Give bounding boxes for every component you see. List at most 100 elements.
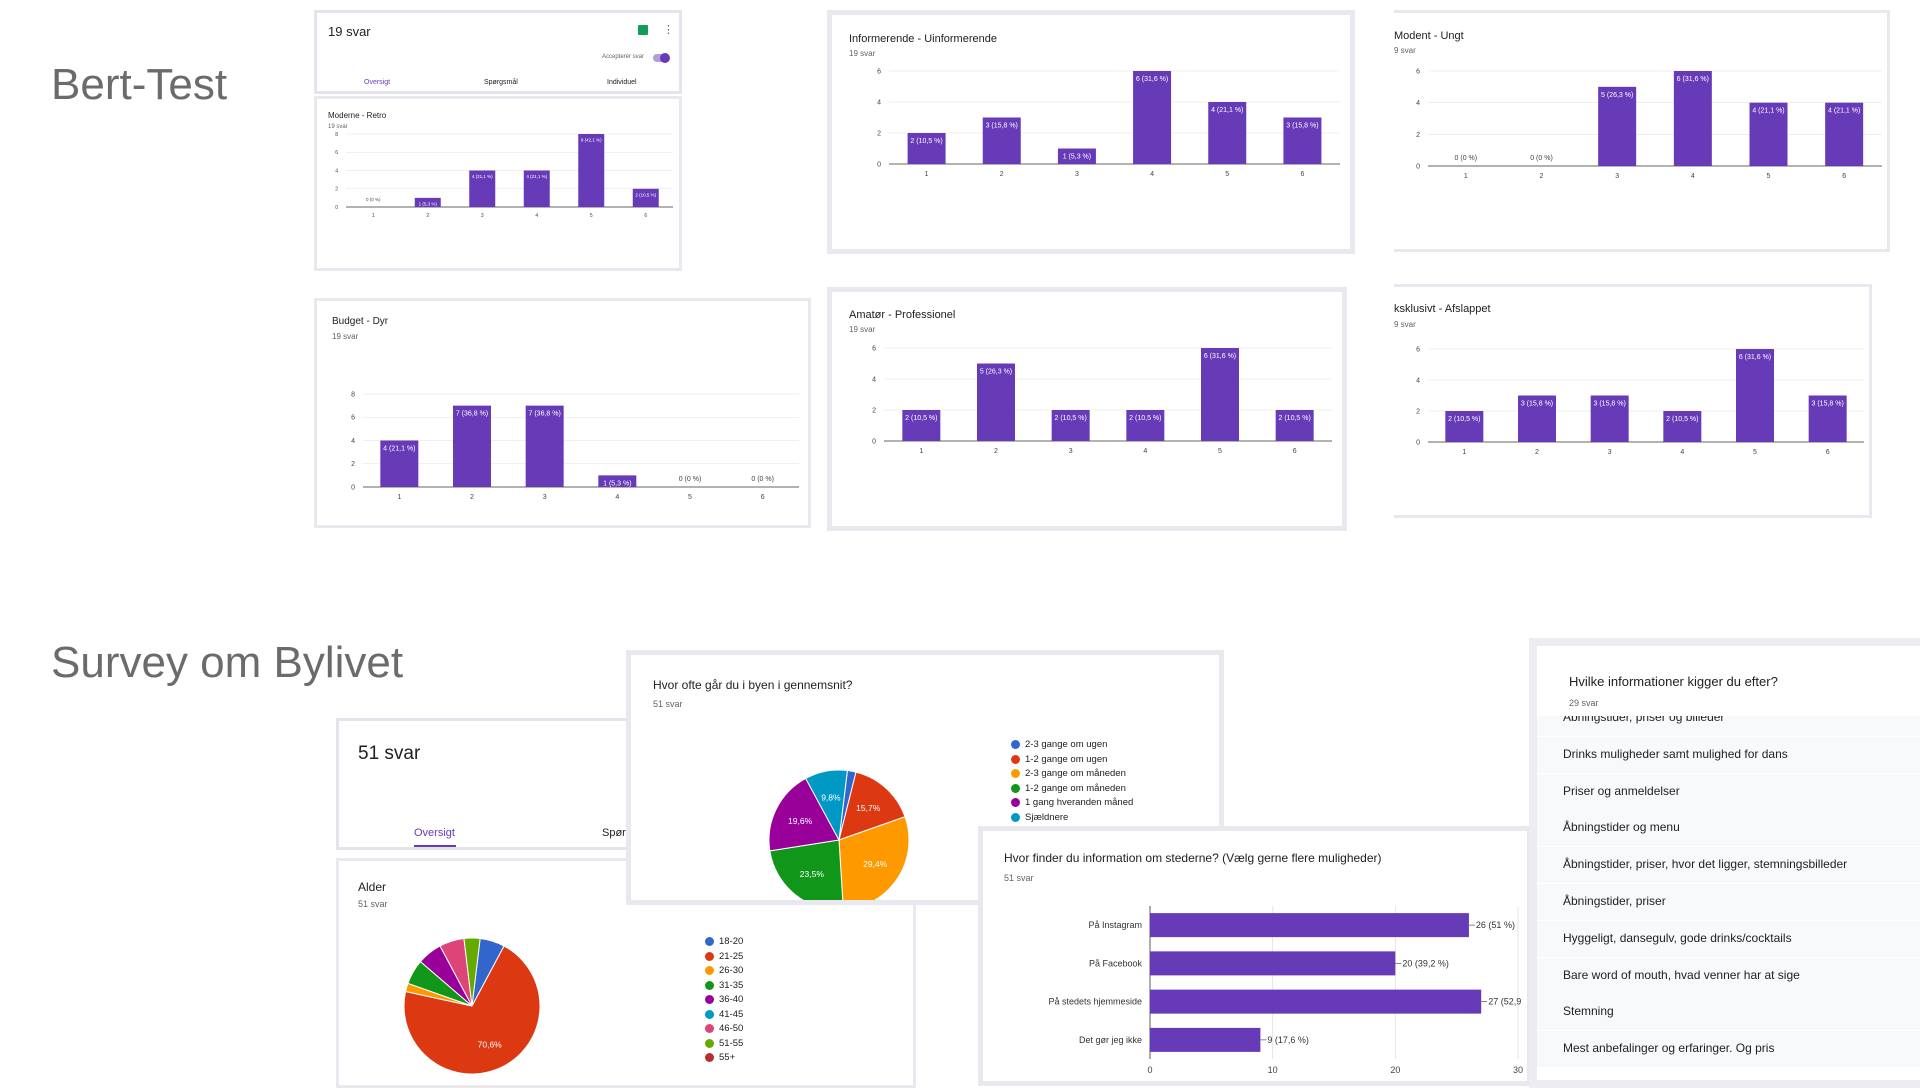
x-tick-label: 6 [1826,449,1830,456]
x-tick-label: 3 [1608,449,1612,456]
tab-oversigt[interactable]: Oversigt [414,827,455,839]
list-item: Mest anbefalinger og erfaringer. Og pris [1537,1031,1920,1069]
bar [1150,913,1469,938]
data-label: 3 (15,8 %) [1286,123,1318,130]
chart-card-budget-dyr: Budget - Dyr 19 svar 024684 (21,1 %) 1 7 (… [314,298,811,528]
data-label: 26 (51 %) [1476,920,1515,930]
sheets-icon[interactable] [638,25,648,35]
legend-item: 21-25 [705,951,743,962]
x-tick-label: 2 [1000,171,1004,178]
data-label: 0 (0 %) [1530,155,1553,162]
category-label: På Instagram [1088,920,1142,930]
x-tick-label: 5 [1225,171,1229,178]
list-item: Drinks muligheder samt mulighed for dans [1537,736,1920,774]
x-tick-label: 4 [1150,171,1154,178]
x-tick-label: 1 [1462,449,1466,456]
data-label: 2 (10,5 %) [905,415,937,422]
data-label: 0 (0 %) [679,476,702,483]
x-tick-label: 3 [1069,448,1073,455]
y-tick-label: 2 [335,187,338,193]
x-tick-label: 1 [1464,173,1468,180]
x-tick-label: 5 [1767,173,1771,180]
legend-label: 46-50 [719,1023,744,1034]
data-label: 6 (31,6 %) [1204,353,1236,360]
tab-spoergsmaal[interactable]: Spørgsmål [484,79,518,86]
bar-chart-informerende: 0 2 4 6 2 (10,5 %) 1 3 (15,8 %) 2 1 (5,3 %) 3 6 (3… [877,68,1340,178]
x-tick-label: 1 [397,494,401,501]
list-item: Bare word of mouth, hvad venner har at s… [1537,957,1920,995]
legend-item: 31-35 [705,980,743,991]
chart-card-eksklusivt: ksklusivt - Afslappet 9 svar 02462 (10,5… [1394,284,1872,518]
bar [1133,71,1172,164]
legend-item: 36-40 [705,994,743,1005]
tab-indicator [414,845,456,847]
legend-item: 55+ [705,1052,735,1063]
x-tick-label: 6 [1300,171,1304,178]
y-tick-label: 4 [351,438,355,445]
data-label: 8 (42,1 %) [581,138,602,143]
pie-slice-label: 19,6% [788,816,813,826]
x-tick-label: 4 [535,213,538,219]
bar [453,405,491,487]
x-tick-label: 10 [1268,1065,1278,1075]
tab-individuel[interactable]: Individuel [607,79,637,86]
legend-label: 1 gang hveranden måned [1025,797,1134,808]
bar [578,134,605,207]
chart-card-amatoer: Amatør - Professionel 19 svar 02462 (10,… [827,287,1347,531]
data-label: 9 (17,6 %) [1267,1035,1309,1045]
data-label: 20 (39,2 %) [1402,958,1449,968]
bar [1150,989,1482,1014]
data-label: 2 (10,5 %) [635,192,656,197]
x-tick-label: 6 [1842,173,1846,180]
toggle-knob [660,53,670,63]
summary-card-1: 19 svar ⋮ Accepterer svar Oversigt Spørg… [314,10,682,94]
y-tick-label: 6 [872,345,876,352]
legend-swatch [705,995,714,1004]
data-label: 1 (5,3 %) [419,201,438,206]
y-tick-label: 6 [1416,346,1420,353]
bar-chart-modent-ungt: 0 2 4 6 0 (0 %) 1 0 (0 %) 2 5 (26,3 %) 3 6 (31,6 %… [1416,68,1882,180]
legend-item: 1 gang hveranden måned [1011,797,1133,808]
legend-swatch [1011,754,1020,764]
legend-label: 1-2 gange om ugen [1025,753,1108,765]
data-label: 4 (21,1 %) [1752,108,1784,115]
x-tick-label: 4 [1143,448,1147,455]
data-label: 3 (15,8 %) [1594,401,1626,408]
legend-swatch [1011,783,1020,793]
legend-label: 51-55 [719,1037,744,1049]
data-label: 3 (15,8 %) [1521,401,1553,408]
pie-slice-label: 23,5% [800,869,825,879]
accept-responses-toggle[interactable] [653,53,670,63]
x-tick-label: 20 [1390,1065,1400,1075]
tab-oversigt[interactable]: Oversigt [364,79,390,86]
section-title-survey: Survey om Bylivet [51,638,404,687]
category-label: Det gør jeg ikke [1079,1035,1142,1045]
response-list[interactable]: Abningstider, priser og billeder Drinks m… [1537,716,1920,1076]
data-label: 7 (36,8 %) [529,411,561,418]
y-tick-label: 4 [335,168,338,174]
legend-swatch [705,966,714,975]
data-label: 0 (0 %) [1455,155,1478,162]
legend-item: 26-30 [705,965,743,976]
x-tick-label: 5 [590,213,593,219]
bar [525,405,564,487]
bar-chart-amatoer: 0 2 4 6 2 (10,5 %) 1 5 (26,3 %) 2 2 (10,5 %) 3 2 (… [872,345,1332,455]
list-item-text: Hyggeligt, dansegulv, gode drinks/cockta… [1563,930,1792,945]
legend-label: 1-2 gange om måneden [1025,782,1126,794]
legend-item: 2-3 gange om ugen [1011,739,1107,750]
list-item-text: Mest anbefalinger og erfaringer. Og pris [1563,1041,1775,1056]
more-options-icon[interactable]: ⋮ [663,23,674,36]
data-label: 2 (10,5 %) [1055,415,1087,422]
legend-item: 46-50 [705,1023,743,1034]
data-label: 3 (15,8 %) [986,123,1018,130]
data-label: 4 (21,1 %) [1828,108,1860,115]
x-tick-label: 3 [543,494,547,501]
x-tick-label: 5 [1753,449,1757,456]
y-tick-label: 0 [1416,163,1420,170]
list-item: Hyggeligt, dansegulv, gode drinks/cockta… [1537,920,1920,958]
bar [1736,349,1774,442]
y-tick-label: 4 [872,376,876,383]
list-item: Abningstider, priser og billeder [1537,716,1920,737]
data-label: 4 (21,1 %) [472,174,493,179]
x-tick-label: 2 [426,213,429,219]
